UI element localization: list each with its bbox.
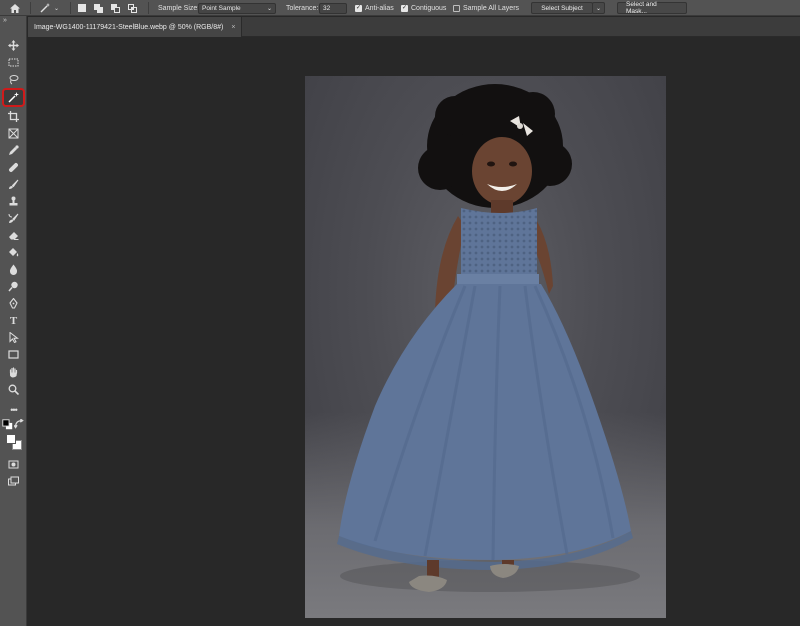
default-colors[interactable] [2, 417, 25, 432]
anti-alias-label: Anti-alias [365, 4, 394, 12]
pen-tool[interactable] [4, 296, 23, 311]
stamp-icon [9, 196, 18, 206]
close-icon[interactable]: × [231, 24, 235, 31]
foreground-background-color[interactable] [4, 432, 23, 452]
history-brush-icon [8, 213, 19, 223]
options-bar: ⌄ Sample Size: Point Sample ⌄ Tolerance:… [0, 0, 800, 16]
eyedropper-icon [9, 145, 19, 155]
home-button[interactable] [10, 0, 20, 16]
document-image[interactable] [305, 76, 666, 618]
healing-brush-tool[interactable] [4, 160, 23, 175]
checkbox-checked-icon: ✓ [355, 4, 362, 12]
canvas-area[interactable] [28, 38, 800, 626]
screen-mode[interactable] [4, 474, 23, 489]
dodge-tool[interactable] [4, 279, 23, 294]
tolerance-input[interactable]: 32 [319, 0, 347, 16]
eraser-tool[interactable] [4, 228, 23, 243]
tolerance-value: 32 [319, 2, 347, 14]
checkbox-unchecked-icon [453, 4, 460, 12]
tools-panel: » T ••• [0, 16, 27, 626]
document-tab[interactable]: Image-WG1400-11179421-SteelBlue.webp @ 5… [28, 17, 243, 37]
eyedropper-tool[interactable] [4, 143, 23, 158]
move-tool[interactable] [4, 38, 23, 53]
contiguous-checkbox[interactable]: ✓ Contiguous [401, 0, 446, 16]
type-icon: T [9, 314, 18, 327]
arrow-pointer-icon [9, 332, 19, 343]
new-selection-button[interactable] [78, 0, 86, 16]
frame-tool[interactable] [4, 126, 23, 141]
tool-preset-picker[interactable]: ⌄ [40, 0, 59, 16]
sample-size-select[interactable]: Point Sample ⌄ [198, 0, 276, 16]
chevron-down-icon: ⌄ [595, 5, 602, 12]
select-subject-button[interactable]: Select Subject [531, 0, 593, 16]
move-icon [8, 40, 19, 51]
hand-tool[interactable] [4, 365, 23, 380]
tolerance-label: Tolerance: [286, 4, 319, 12]
paint-bucket-icon [9, 248, 19, 257]
intersect-selection-icon [128, 4, 137, 13]
swap-colors-icon [14, 419, 24, 429]
dodge-icon [8, 281, 18, 292]
path-selection-tool[interactable] [4, 330, 23, 345]
checkbox-checked-icon: ✓ [401, 4, 408, 12]
sample-all-layers-checkbox[interactable]: Sample All Layers [453, 0, 519, 16]
sample-size-value: Point Sample [202, 4, 241, 12]
crop-tool[interactable] [4, 109, 23, 124]
eraser-icon [9, 232, 19, 240]
rectangle-tool[interactable] [4, 347, 23, 362]
select-subject-label: Select Subject [531, 2, 593, 14]
hand-icon [9, 367, 18, 378]
water-drop-icon [9, 264, 18, 275]
paint-bucket-tool[interactable] [4, 245, 23, 260]
document-tab-bar: Image-WG1400-11179421-SteelBlue.webp @ 5… [28, 17, 800, 37]
collapse-panel-icon[interactable]: » [3, 17, 7, 24]
home-icon [10, 3, 20, 13]
default-colors-icon [2, 419, 13, 430]
subtract-from-selection-button[interactable] [111, 0, 120, 16]
chevron-down-icon: ⌄ [266, 5, 272, 12]
sample-size-label: Sample Size: [158, 4, 200, 12]
lasso-icon [9, 75, 19, 85]
select-subject-dropdown[interactable]: ⌄ [592, 0, 605, 16]
blur-tool[interactable] [4, 262, 23, 277]
document-tab-title: Image-WG1400-11179421-SteelBlue.webp @ 5… [34, 23, 224, 31]
sample-all-layers-label: Sample All Layers [463, 4, 520, 12]
chevron-down-icon: ⌄ [54, 5, 60, 12]
bandage-icon [9, 163, 18, 172]
add-to-selection-button[interactable] [94, 0, 103, 16]
foreground-color-swatch[interactable] [5, 434, 16, 444]
select-and-mask-label: Select and Mask... [617, 1, 687, 15]
frame-icon [8, 128, 19, 139]
type-tool[interactable]: T [4, 313, 23, 328]
anti-alias-checkbox[interactable]: ✓ Anti-alias [355, 0, 394, 16]
crop-icon [8, 111, 19, 122]
screen-mode-icon [8, 476, 19, 486]
zoom-tool[interactable] [4, 382, 23, 397]
add-selection-icon [94, 4, 103, 13]
select-and-mask-button[interactable]: Select and Mask... [617, 0, 687, 16]
new-selection-icon [78, 4, 86, 12]
more-icon: ••• [10, 404, 18, 415]
brush-icon [9, 179, 19, 189]
lasso-tool[interactable] [4, 72, 23, 87]
rectangular-marquee-icon [8, 58, 19, 67]
quick-mask[interactable] [4, 457, 23, 472]
magic-wand-icon [8, 92, 19, 103]
quick-mask-icon [8, 460, 19, 469]
girl-in-dress-photo [337, 84, 640, 592]
magnifier-icon [8, 384, 19, 395]
clone-stamp-tool[interactable] [4, 194, 23, 209]
intersect-selection-button[interactable] [128, 0, 137, 16]
history-brush-tool[interactable] [4, 211, 23, 226]
marquee-tool[interactable] [4, 55, 23, 70]
pen-icon [9, 298, 18, 309]
contiguous-label: Contiguous [411, 4, 447, 12]
subtract-selection-icon [111, 4, 120, 13]
magic-wand-icon [40, 3, 50, 13]
color-swatches [5, 433, 23, 451]
brush-tool[interactable] [4, 177, 23, 192]
magic-wand-tool[interactable] [2, 88, 25, 107]
edit-toolbar[interactable]: ••• [4, 402, 23, 417]
rectangle-icon [8, 350, 19, 359]
